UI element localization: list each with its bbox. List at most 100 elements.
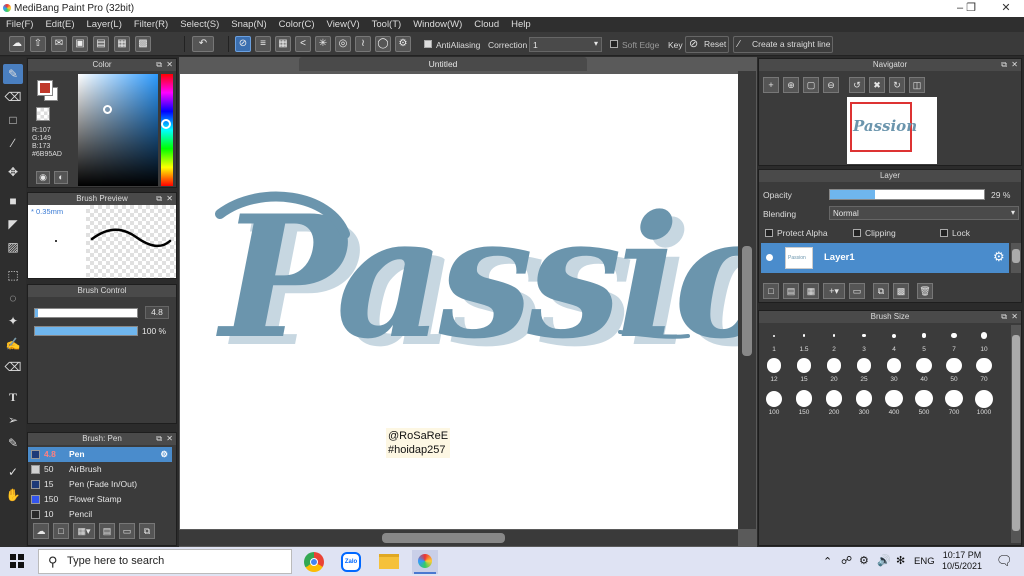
menu-edit[interactable]: Edit(E) [39, 17, 80, 32]
cloud-icon[interactable]: ☁ [9, 36, 25, 52]
fill-tool-icon[interactable]: ◤ [3, 214, 23, 234]
float-icon[interactable]: ⧉ [156, 59, 162, 71]
brush-list-item[interactable]: 4.8 Pen ⚙ [28, 447, 172, 462]
layer-row[interactable]: Passion Layer1 ⚙ [761, 243, 1009, 273]
menu-layer[interactable]: Layer(L) [81, 17, 128, 32]
medibang-task-button[interactable] [412, 550, 438, 574]
vanish-snap-icon[interactable]: < [295, 36, 311, 52]
magic-wand-icon[interactable]: ✦ [3, 311, 23, 331]
brush-size-cell[interactable]: 5 [909, 325, 939, 355]
brush-size-slider[interactable] [34, 308, 138, 318]
select-pen-icon[interactable]: ✍ [3, 334, 23, 354]
menu-window[interactable]: Window(W) [407, 17, 468, 32]
brush-size-cell[interactable]: 50 [939, 355, 969, 388]
protect-alpha-checkbox[interactable] [765, 229, 773, 237]
zoom-out-icon[interactable]: ⊖ [823, 77, 839, 93]
search-input[interactable]: ⚲ Type here to search [38, 549, 292, 574]
brush-size-cell[interactable]: 1 [759, 325, 789, 355]
brush-size-cell[interactable]: 500 [909, 388, 939, 421]
brush-size-cell[interactable]: 4 [879, 325, 909, 355]
brush-list-item[interactable]: 10 Pencil [28, 507, 172, 522]
curve-snap-icon[interactable]: ≀ [355, 36, 371, 52]
brush-size-cell[interactable]: 12 [759, 355, 789, 388]
file-explorer-icon[interactable] [379, 554, 399, 569]
close-icon[interactable]: ✕ [1011, 311, 1018, 323]
menu-select[interactable]: Select(S) [174, 17, 225, 32]
zoom-in-alt-icon[interactable]: ⊕ [783, 77, 799, 93]
brush-tool-icon[interactable]: ∕ [3, 133, 23, 153]
chrome-icon[interactable] [304, 552, 324, 572]
color-picker-handle[interactable] [103, 105, 112, 114]
brush-size-cell[interactable]: 300 [849, 388, 879, 421]
brush-list-item[interactable]: 15 Pen (Fade In/Out) [28, 477, 172, 492]
horizontal-scrollbar[interactable] [179, 530, 738, 546]
brush-opacity-slider[interactable] [34, 326, 138, 336]
new-brush-icon[interactable]: □ [53, 523, 69, 539]
menu-tool[interactable]: Tool(T) [366, 17, 408, 32]
share-icon[interactable]: ⇧ [30, 36, 46, 52]
close-icon[interactable]: ✕ [1011, 59, 1018, 71]
gradient-tool-icon[interactable]: ▨ [3, 237, 23, 257]
zoom-in-icon[interactable]: + [763, 77, 779, 93]
hue-handle[interactable] [161, 119, 171, 129]
brush-size-cell[interactable]: 150 [789, 388, 819, 421]
brush-size-cell[interactable]: 700 [939, 388, 969, 421]
brush-list-item[interactable]: 150 Flower Stamp [28, 492, 172, 507]
ellipse-snap-icon[interactable]: ◯ [375, 36, 391, 52]
brush-size-cell[interactable]: 100 [759, 388, 789, 421]
circle-snap-icon[interactable]: ◎ [335, 36, 351, 52]
brush-list-item[interactable]: 50 AirBrush [28, 462, 172, 477]
move-tool-icon[interactable]: ✥ [3, 162, 23, 182]
snap-off-icon[interactable]: ⊘ [235, 36, 251, 52]
antialiasing-checkbox[interactable] [424, 40, 432, 48]
rotate-right-icon[interactable]: ↻ [889, 77, 905, 93]
pen-tool-icon[interactable]: ✎ [3, 64, 23, 84]
new-layer-icon[interactable]: □ [763, 283, 779, 299]
layer-settings-icon[interactable]: ⚙ [993, 249, 1005, 265]
brush-size-cell[interactable]: 1.5 [789, 325, 819, 355]
brush-size-cell[interactable]: 30 [879, 355, 909, 388]
layer-folder-icon[interactable]: ▭ [849, 283, 865, 299]
brush-size-cell[interactable]: 3 [849, 325, 879, 355]
language-indicator[interactable]: ENG [914, 556, 935, 567]
menu-file[interactable]: File(F) [0, 17, 39, 32]
hue-slider[interactable] [161, 74, 173, 186]
cloud-brush-icon[interactable]: ☁ [33, 523, 49, 539]
brush-size-cell[interactable]: 1000 [969, 388, 999, 421]
correction-select[interactable]: 1 ▾ [529, 37, 602, 52]
rect-tool-icon[interactable]: ■ [3, 191, 23, 211]
grid-icon[interactable]: ▩ [135, 36, 151, 52]
folder-icon[interactable]: ▭ [119, 523, 135, 539]
page-icon[interactable]: ▤ [93, 36, 109, 52]
layer-opacity-slider[interactable] [829, 189, 985, 200]
drawing-canvas[interactable]: Passion Passion @RoSaReE #hoidap257 [180, 74, 914, 529]
straight-line-button[interactable]: ∕ Create a straight line [733, 36, 833, 53]
windows-start-icon[interactable] [10, 554, 24, 568]
undo-icon[interactable]: ↶ [192, 36, 214, 52]
menu-filter[interactable]: Filter(R) [128, 17, 174, 32]
merge-layer-icon[interactable]: ▩ [893, 283, 909, 299]
hand-tool-icon[interactable]: ✋ [3, 485, 23, 505]
radial-snap-icon[interactable]: ✳ [315, 36, 331, 52]
eyedropper-icon[interactable]: ✓ [3, 462, 23, 482]
new-halftone-layer-icon[interactable]: ▤ [783, 283, 799, 299]
reset-button[interactable]: ⊘ Reset [685, 36, 729, 53]
menu-help[interactable]: Help [505, 17, 537, 32]
notification-icon[interactable]: 🗨 [996, 553, 1013, 569]
brush-settings-icon[interactable]: ⚙ [160, 447, 168, 462]
fit-icon[interactable]: ▢ [803, 77, 819, 93]
menu-cloud[interactable]: Cloud [468, 17, 505, 32]
saturation-value-picker[interactable] [78, 74, 158, 186]
layer-scroll-thumb[interactable] [1012, 249, 1020, 263]
brush-size-cell[interactable]: 10 [969, 325, 999, 355]
select-eraser-icon[interactable]: ⌫ [3, 357, 23, 377]
float-icon[interactable]: ⧉ [156, 433, 162, 445]
cross-snap-icon[interactable]: ▦ [275, 36, 291, 52]
close-icon[interactable]: ✕ [166, 193, 173, 205]
close-icon[interactable]: ✕ [166, 59, 173, 71]
comic-icon[interactable]: ▣ [72, 36, 88, 52]
brush-size-cell[interactable]: 200 [819, 388, 849, 421]
brush-size-cell[interactable]: 25 [849, 355, 879, 388]
menu-view[interactable]: View(V) [321, 17, 366, 32]
select-tool-icon[interactable]: ⬚ [3, 265, 23, 285]
